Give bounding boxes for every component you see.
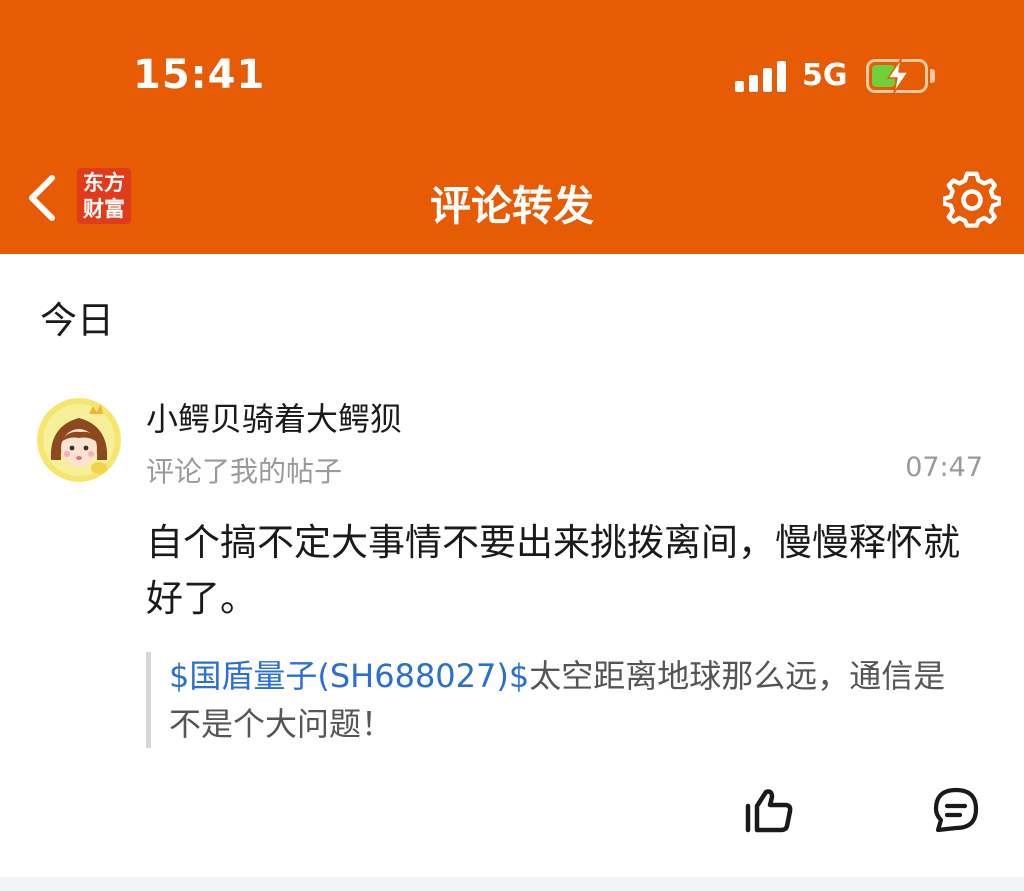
reply-icon[interactable]: [932, 786, 980, 834]
timestamp: 07:47: [905, 452, 983, 483]
avatar[interactable]: [37, 398, 121, 482]
section-title: 今日: [40, 299, 114, 342]
username[interactable]: 小鳄贝骑着大鳄狈: [146, 394, 402, 440]
network-type: 5G: [802, 58, 848, 93]
battery-tip: [930, 69, 935, 83]
comment-text: 自个搞不定大事情不要出来挑拨离间，慢慢释怀就好了。: [146, 521, 960, 620]
quoted-post[interactable]: $国盾量子(SH688027)$太空距离地球那么远，通信是不是个大问题！: [146, 652, 976, 748]
signal-icon: [735, 60, 787, 92]
gear-icon[interactable]: [943, 171, 1001, 229]
action-text: 评论了我的帖子: [146, 455, 343, 488]
list-divider: [0, 877, 1024, 891]
charging-bolt-icon: [887, 58, 909, 94]
stock-link[interactable]: $国盾量子(SH688027)$: [169, 657, 529, 695]
app-header: 15:41 5G 东方 财富 评论转发: [0, 0, 1024, 254]
like-icon[interactable]: [744, 786, 794, 834]
page-title: 评论转发: [430, 182, 594, 230]
status-time: 15:41: [133, 52, 266, 98]
